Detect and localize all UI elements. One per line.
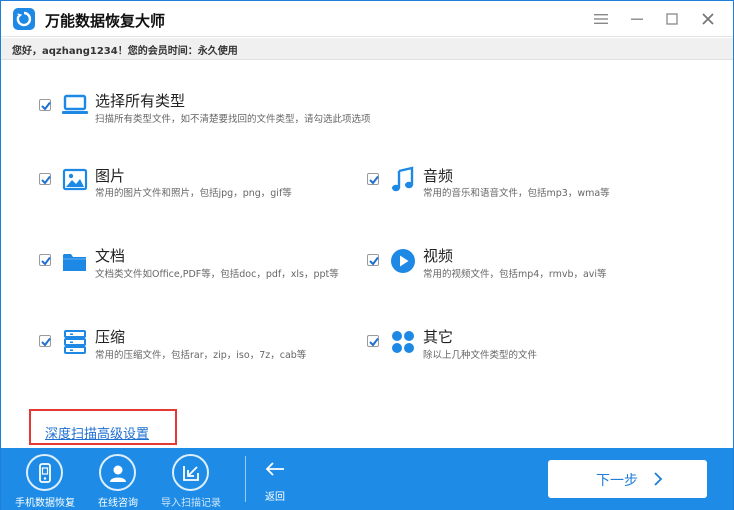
option-all-desc: 扫描所有类型文件，如不清楚要找回的文件类型，请勾选此项选项 [95, 114, 371, 125]
chevron-right-icon [654, 472, 663, 486]
greeting-bar: 您好，aqzhang1234！您的会员时间：永久使用 [1, 38, 733, 60]
option-other[interactable]: 其它 除以上几种文件类型的文件 [367, 328, 687, 365]
image-icon [61, 166, 89, 194]
option-other-title: 其它 [423, 328, 454, 346]
option-docs-desc: 文档类文件如Office,PDF等，包括doc，pdf，xls，ppt等 [95, 269, 339, 280]
option-video[interactable]: 视频 常用的视频文件，包括mp4，rmvb，avi等 [367, 247, 687, 284]
option-images-desc: 常用的图片文件和照片，包括jpg，png，gif等 [95, 188, 292, 199]
bottom-toolbar: 手机数据恢复 在线咨询 导入扫描记录 返回 下一步 [1, 448, 733, 510]
phone-recovery-button[interactable]: 手机数据恢复 [8, 454, 82, 510]
online-consult-button[interactable]: 在线咨询 [81, 454, 155, 510]
option-archive-title: 压缩 [95, 328, 126, 346]
option-archive-desc: 常用的压缩文件，包括rar，zip，iso，7z，cab等 [95, 350, 307, 361]
checkbox-video[interactable] [367, 254, 379, 266]
phone-recovery-label: 手机数据恢复 [15, 498, 75, 509]
option-video-title: 视频 [423, 247, 454, 265]
import-scan-label: 导入扫描记录 [161, 498, 221, 509]
next-step-button[interactable]: 下一步 [548, 460, 707, 498]
checkbox-audio[interactable] [367, 173, 379, 185]
option-images[interactable]: 图片 常用的图片文件和照片，包括jpg，png，gif等 [39, 167, 359, 203]
back-label: 返回 [265, 492, 285, 503]
checkbox-other[interactable] [367, 335, 379, 347]
app-title: 万能数据恢复大师 [45, 12, 166, 30]
option-video-desc: 常用的视频文件，包括mp4，rmvb，avi等 [423, 269, 607, 280]
online-consult-label: 在线咨询 [98, 498, 138, 509]
minimize-icon[interactable] [628, 10, 646, 28]
option-all-title: 选择所有类型 [95, 92, 186, 110]
phone-icon [26, 454, 63, 491]
option-all-types[interactable]: 选择所有类型 扫描所有类型文件，如不清楚要找回的文件类型，请勾选此项选项 [39, 92, 399, 127]
laptop-icon [61, 91, 89, 119]
greeting-text: 您好，aqzhang1234！您的会员时间：永久使用 [12, 46, 238, 57]
user-icon [99, 454, 136, 491]
option-audio-desc: 常用的音乐和语音文件，包括mp3，wma等 [423, 188, 610, 199]
checkbox-all-types[interactable] [39, 99, 51, 111]
option-docs-title: 文档 [95, 247, 126, 265]
import-scan-button[interactable]: 导入扫描记录 [154, 454, 228, 510]
maximize-icon[interactable] [663, 10, 681, 28]
grid-icon [389, 328, 417, 356]
advanced-settings-highlight: 深度扫描高级设置 [29, 409, 177, 445]
checkbox-archive[interactable] [39, 335, 51, 347]
option-audio[interactable]: 音频 常用的音乐和语音文件，包括mp3，wma等 [367, 166, 687, 203]
toolbar-divider [245, 456, 246, 502]
option-archive[interactable]: 压缩 常用的压缩文件，包括rar，zip，iso，7z，cab等 [39, 328, 359, 365]
close-icon[interactable] [699, 10, 717, 28]
import-icon [172, 454, 209, 491]
option-docs[interactable]: 文档 文档类文件如Office,PDF等，包括doc，pdf，xls，ppt等 [39, 247, 359, 284]
next-step-label: 下一步 [596, 473, 638, 489]
option-audio-title: 音频 [423, 167, 454, 185]
app-window: 万能数据恢复大师 您好，aqzhang1234！您的会员时间：永久使用 选择所有… [0, 0, 734, 510]
checkbox-images[interactable] [39, 173, 51, 185]
option-other-desc: 除以上几种文件类型的文件 [423, 350, 538, 361]
option-images-title: 图片 [95, 167, 126, 185]
music-note-icon [389, 166, 417, 194]
checkbox-docs[interactable] [39, 254, 51, 266]
advanced-settings-link[interactable]: 深度扫描高级设置 [45, 423, 149, 442]
play-icon [389, 247, 417, 275]
back-button[interactable]: 返回 [255, 458, 295, 504]
folder-icon [61, 248, 89, 276]
title-bar: 万能数据恢复大师 [1, 1, 733, 37]
menu-icon[interactable] [592, 10, 610, 28]
archive-icon [61, 328, 89, 356]
arrow-left-icon [265, 462, 284, 476]
app-logo-icon [13, 8, 35, 30]
